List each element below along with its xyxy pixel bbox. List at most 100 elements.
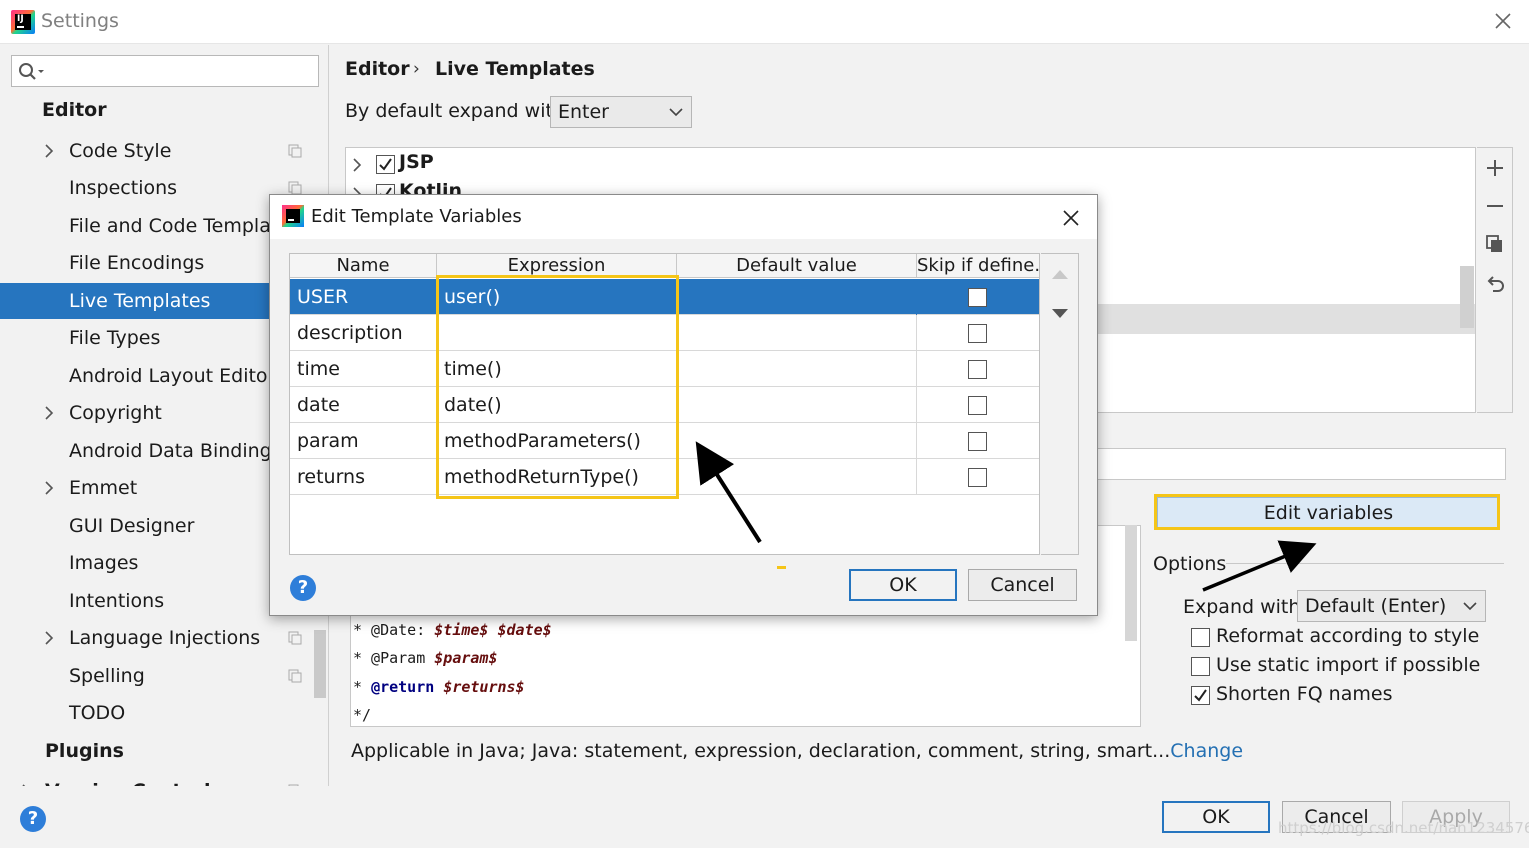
dialog-help-icon[interactable]: ?: [290, 575, 316, 601]
sidebar-item-editor[interactable]: Editor: [0, 92, 328, 128]
group-enabled-checkbox[interactable]: [376, 155, 395, 174]
help-icon[interactable]: ?: [20, 806, 46, 832]
sidebar-item-code-style[interactable]: Code Style: [0, 133, 328, 169]
remove-icon[interactable]: [1485, 196, 1505, 216]
variable-row-time[interactable]: time time(): [290, 351, 1039, 387]
project-scope-icon: [288, 144, 302, 158]
breadcrumb-live-templates: Live Templates: [435, 58, 595, 80]
variables-move-buttons: [1041, 253, 1079, 555]
column-header-skip-if-defined[interactable]: Skip if define...: [917, 254, 1039, 278]
sidebar-item-label: Language Injections: [69, 627, 261, 649]
editor-line[interactable]: */: [353, 706, 371, 724]
chevron-right-icon[interactable]: [43, 481, 55, 495]
sidebar-item-label: Emmet: [69, 477, 138, 499]
sidebar-item-label: Code Style: [69, 140, 172, 162]
sidebar-item-version-control[interactable]: Version Control: [0, 773, 328, 786]
variable-name-cell[interactable]: time: [290, 351, 437, 387]
editor-line[interactable]: * @return $returns$: [353, 678, 525, 696]
tree-group-jsp[interactable]: JSP: [346, 151, 646, 179]
template-variable: $param$: [434, 649, 498, 667]
sidebar-scrollbar[interactable]: [314, 630, 326, 698]
ok-button[interactable]: OK: [1162, 801, 1270, 833]
chevron-right-icon[interactable]: [43, 144, 55, 158]
breadcrumb-editor[interactable]: Editor: [345, 58, 410, 80]
skip-if-defined-checkbox[interactable]: [968, 396, 987, 415]
editor-line[interactable]: * @Date: $time$ $date$: [353, 621, 552, 639]
variable-name-cell[interactable]: date: [290, 387, 437, 423]
skip-if-defined-checkbox[interactable]: [968, 432, 987, 451]
variable-default-cell[interactable]: [677, 423, 917, 459]
restore-icon[interactable]: [1485, 274, 1505, 294]
sidebar-item-language-injections[interactable]: Language Injections: [0, 620, 328, 656]
option-label: Reformat according to style: [1216, 625, 1480, 647]
variable-default-cell[interactable]: [677, 279, 917, 315]
edit-variables-button[interactable]: Edit variables: [1157, 497, 1500, 529]
project-scope-icon: [288, 631, 302, 645]
skip-if-defined-checkbox[interactable]: [968, 360, 987, 379]
variable-name-cell[interactable]: param: [290, 423, 437, 459]
variable-expression-cell[interactable]: date(): [437, 387, 677, 423]
variable-expression-cell[interactable]: [437, 315, 677, 351]
project-scope-icon: [288, 669, 302, 683]
dialog-ok-button[interactable]: OK: [849, 569, 957, 601]
variable-row-returns[interactable]: returns methodReturnType(): [290, 459, 1039, 495]
variable-name-cell[interactable]: returns: [290, 459, 437, 495]
chevron-right-icon[interactable]: [43, 631, 55, 645]
editor-text: *: [353, 678, 372, 696]
column-header-expression[interactable]: Expression: [437, 254, 677, 278]
skip-if-defined-checkbox[interactable]: [968, 468, 987, 487]
tree-scrollbar[interactable]: [1460, 266, 1474, 328]
sidebar-item-spelling[interactable]: Spelling: [0, 658, 328, 694]
change-contexts-link[interactable]: Change: [1170, 740, 1243, 762]
move-down-icon[interactable]: [1051, 308, 1069, 320]
variable-default-cell[interactable]: [677, 459, 917, 495]
skip-if-defined-checkbox[interactable]: [968, 324, 987, 343]
dialog-cancel-button[interactable]: Cancel: [968, 569, 1077, 601]
window-close-icon[interactable]: [1490, 8, 1516, 34]
variable-default-cell[interactable]: [677, 315, 917, 351]
variable-name-cell[interactable]: USER: [290, 279, 437, 315]
move-up-icon[interactable]: [1051, 268, 1069, 280]
watermark: https://blog.csdn.net/nan12345766: [1278, 819, 1529, 837]
editor-keyword: @return: [371, 678, 435, 696]
sidebar-item-plugins[interactable]: Plugins: [0, 733, 328, 769]
sidebar-item-label: File Types: [69, 327, 161, 349]
sidebar-item-label: Live Templates: [69, 290, 211, 312]
variable-row-description[interactable]: description: [290, 315, 1039, 351]
variable-row-date[interactable]: date date(): [290, 387, 1039, 423]
sidebar-item-label: Images: [69, 552, 139, 574]
template-description-field[interactable]: [1097, 448, 1506, 480]
sidebar-item-todo[interactable]: TODO: [0, 695, 328, 731]
variable-row-user[interactable]: USER user(): [290, 279, 1039, 315]
variable-default-cell[interactable]: [677, 351, 917, 387]
edit-template-variables-dialog: Edit Template Variables Name Expression …: [269, 194, 1098, 616]
variable-row-param[interactable]: param methodParameters(): [290, 423, 1039, 459]
variable-default-cell[interactable]: [677, 387, 917, 423]
expand-with-dropdown[interactable]: Default (Enter): [1297, 590, 1486, 622]
editor-text: */: [353, 706, 372, 724]
variables-table[interactable]: Name Expression Default value Skip if de…: [289, 253, 1040, 555]
copy-icon[interactable]: [1485, 234, 1505, 254]
default-expand-dropdown[interactable]: Enter: [550, 96, 692, 128]
chevron-right-icon[interactable]: [43, 406, 55, 420]
sidebar-item-label: Copyright: [69, 402, 162, 424]
variable-expression-cell[interactable]: methodReturnType(): [437, 459, 677, 495]
template-variable: $date$: [497, 621, 552, 639]
variable-expression-cell[interactable]: user(): [437, 279, 677, 315]
option-checkbox[interactable]: [1191, 657, 1210, 676]
settings-search-box[interactable]: [11, 55, 319, 87]
editor-scrollbar[interactable]: [1125, 525, 1137, 641]
editor-line[interactable]: * @Param $param$: [353, 649, 498, 667]
option-checkbox[interactable]: [1191, 628, 1210, 647]
variable-expression-cell[interactable]: time(): [437, 351, 677, 387]
chevron-right-icon[interactable]: [352, 158, 362, 172]
add-icon[interactable]: [1485, 158, 1505, 178]
skip-if-defined-checkbox[interactable]: [968, 288, 987, 307]
variable-name-cell[interactable]: description: [290, 315, 437, 351]
settings-search-input[interactable]: [52, 59, 312, 83]
variable-expression-cell[interactable]: methodParameters(): [437, 423, 677, 459]
dialog-close-icon[interactable]: [1060, 207, 1082, 229]
option-checkbox[interactable]: [1191, 686, 1210, 705]
column-header-default-value[interactable]: Default value: [677, 254, 917, 278]
column-header-name[interactable]: Name: [290, 254, 437, 278]
